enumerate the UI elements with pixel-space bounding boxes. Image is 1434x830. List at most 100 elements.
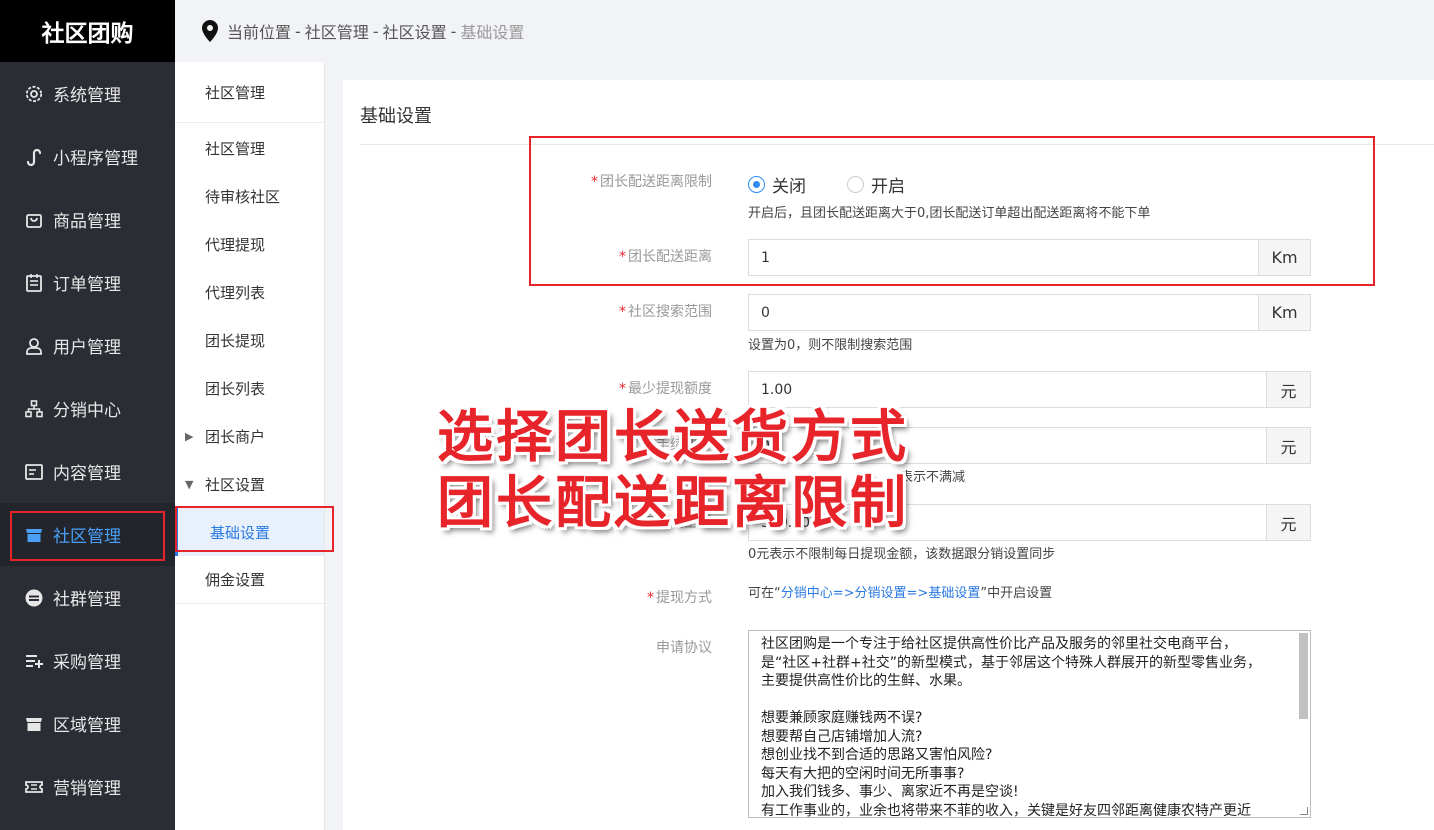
- sidebar: 社区团购 系统管理 小程序管理 商品管理 订单管理 用户管理 分销中心 内容管理…: [0, 0, 175, 830]
- textarea-line: 主要提供高性价比的生鲜、水果。: [761, 673, 971, 689]
- textarea-line: 加入我们钱多、事少、离家近不再是空谈!: [761, 784, 1019, 800]
- sidebar-item-label: 采购管理: [53, 653, 121, 673]
- miniapp-icon: [24, 147, 44, 167]
- sidebar-item-content[interactable]: 内容管理: [0, 440, 175, 503]
- sidebar-item-label: 用户管理: [53, 338, 121, 358]
- breadcrumb-current: 基础设置: [460, 23, 525, 42]
- bag-icon: [24, 210, 44, 230]
- fee-hint: 表示不满减: [900, 470, 966, 485]
- search-range-hint: 设置为0，则不限制搜索范围: [748, 338, 913, 353]
- required-star: *: [647, 590, 654, 606]
- submenu-head: 社区管理: [175, 62, 324, 123]
- sidebar-item-marketing[interactable]: 营销管理: [0, 755, 175, 818]
- sidebar-item-users[interactable]: 用户管理: [0, 314, 175, 377]
- order-icon: [24, 273, 44, 293]
- user-icon: [24, 336, 44, 356]
- submenu-item-community-settings[interactable]: ▼ 社区设置: [175, 460, 324, 508]
- sidebar-item-label: 商品管理: [53, 212, 121, 232]
- brand-logo: 社区团购: [0, 0, 175, 62]
- breadcrumb-item[interactable]: 社区设置: [383, 19, 447, 43]
- search-range-input[interactable]: 0: [749, 295, 1258, 330]
- submenu-item-commission[interactable]: 佣金设置: [175, 556, 324, 604]
- breadcrumb-item[interactable]: 社区管理: [305, 19, 369, 43]
- agreement-label: 申请协议: [656, 637, 712, 657]
- list-plus-icon: [24, 651, 44, 671]
- sidebar-item-group[interactable]: 社群管理: [0, 566, 175, 629]
- breadcrumb: 当前位置 - 社区管理 - 社区设置 - 基础设置: [175, 0, 1434, 62]
- ticket-icon: [24, 777, 44, 797]
- withdraw-method-label: * 提现方式: [647, 587, 712, 607]
- textarea-line: 想要兼顾家庭赚钱两不误?: [761, 710, 923, 726]
- sidebar-item-region[interactable]: 区域管理: [0, 692, 175, 755]
- search-range-field[interactable]: 0 Km: [748, 294, 1311, 331]
- submenu-item-pending[interactable]: 待审核社区: [175, 172, 324, 220]
- withdraw-method-hint: 可在“分销中心=>分销设置=>基础设置”中开启设置: [748, 582, 1052, 601]
- highlight-box: [10, 511, 165, 561]
- required-star: *: [619, 304, 626, 320]
- submenu-item-leader-merchant[interactable]: ▶ 团长商户: [175, 412, 324, 460]
- sidebar-item-purchase[interactable]: 采购管理: [0, 629, 175, 692]
- submenu: 社区管理 社区管理 待审核社区 代理提现 代理列表 团长提现 团长列表 ▶ 团长…: [175, 62, 334, 830]
- breadcrumb-prefix: 当前位置: [227, 23, 292, 42]
- textarea-line: [761, 691, 1298, 710]
- sidebar-item-goods[interactable]: 商品管理: [0, 188, 175, 251]
- submenu-item-basic-settings[interactable]: 基础设置: [175, 506, 334, 556]
- submenu-item-agent-withdraw[interactable]: 代理提现: [175, 220, 324, 268]
- breadcrumb-separator: -: [295, 21, 301, 41]
- highlight-box: [175, 506, 334, 552]
- daily-limit-hint: 0元表示不限制每日提现金额，该数据跟分销设置同步: [748, 547, 1056, 562]
- sidebar-item-system[interactable]: 系统管理: [0, 62, 175, 125]
- textarea-line: 是“社区+社群+社交”的新型模式，基于邻居这个特殊人群展开的新型零售业务，: [761, 654, 1261, 671]
- unit-addon: 元: [1266, 428, 1310, 463]
- label-text: 社区搜索范围: [628, 304, 712, 320]
- sidebar-item-label: 营销管理: [53, 779, 121, 799]
- highlight-box: [529, 136, 1375, 286]
- sidebar-item-label: 内容管理: [53, 464, 121, 484]
- distribution-settings-link[interactable]: 分销中心=>分销设置=>基础设置: [781, 586, 981, 601]
- search-range-label: * 社区搜索范围: [619, 301, 712, 321]
- textarea-line: 想创业找不到合适的思路又害怕风险?: [761, 747, 993, 763]
- breadcrumb-separator: -: [450, 21, 457, 41]
- label-text: 申请协议: [656, 640, 712, 656]
- hierarchy-icon: [24, 399, 44, 419]
- caret-down-icon: ▼: [185, 477, 194, 491]
- sidebar-item-distribution[interactable]: 分销中心: [0, 377, 175, 440]
- annotation-line-2: 团长配送距离限制: [437, 471, 909, 536]
- textarea-line: 有工作事业的，业余也将带来不菲的收入，关键是好友四邻距离健康农特产更近: [761, 802, 1251, 818]
- agreement-textarea[interactable]: 社区团购是一个专注于给社区提供高性价比产品及服务的邻里社交电商平台， 是“社区+…: [748, 630, 1311, 818]
- page-title: 基础设置: [360, 106, 432, 127]
- sidebar-item-label: 订单管理: [53, 275, 121, 295]
- caret-right-icon: ▶: [185, 429, 194, 443]
- submenu-item-label: 团长商户: [205, 427, 266, 446]
- sidebar-item-orders[interactable]: 订单管理: [0, 251, 175, 314]
- submenu-item-label: 社区设置: [205, 475, 266, 494]
- label-text: 提现方式: [656, 590, 712, 606]
- unit-addon: Km: [1258, 295, 1310, 330]
- unit-addon: 元: [1266, 372, 1310, 407]
- content-icon: [24, 462, 44, 482]
- textarea-line: 社区团购是一个专注于给社区提供高性价比产品及服务的邻里社交电商平台，: [761, 636, 1237, 652]
- unit-addon: 元: [1266, 505, 1310, 540]
- textarea-line: 每天有大把的空闲时间无所事事?: [761, 765, 965, 782]
- submenu-item-community[interactable]: 社区管理: [175, 124, 324, 172]
- sidebar-item-community[interactable]: 社区管理: [0, 503, 175, 566]
- sidebar-item-label: 分销中心: [53, 401, 121, 421]
- hint-text: ”中开启设置: [980, 586, 1053, 601]
- scrollbar-thumb[interactable]: [1299, 633, 1308, 719]
- submenu-item-leader-withdraw[interactable]: 团长提现: [175, 316, 324, 364]
- sidebar-item-label: 小程序管理: [53, 149, 138, 169]
- store-icon: [24, 714, 44, 734]
- sidebar-item-label: 区域管理: [53, 716, 121, 736]
- sidebar-item-miniapp[interactable]: 小程序管理: [0, 125, 175, 188]
- sidebar-item-label: 系统管理: [53, 86, 121, 106]
- sidebar-item-label: 社群管理: [53, 590, 121, 610]
- gear-icon: [24, 84, 44, 104]
- hint-text: 可在“: [748, 586, 781, 601]
- minus-circle-icon: [24, 588, 44, 608]
- resize-handle[interactable]: [1300, 807, 1308, 815]
- location-pin-icon: [202, 20, 218, 42]
- submenu-item-leader-list[interactable]: 团长列表: [175, 364, 324, 412]
- textarea-line: 想要帮自己店铺增加人流?: [761, 728, 923, 745]
- submenu-item-agent-list[interactable]: 代理列表: [175, 268, 324, 316]
- breadcrumb-separator: -: [372, 21, 379, 41]
